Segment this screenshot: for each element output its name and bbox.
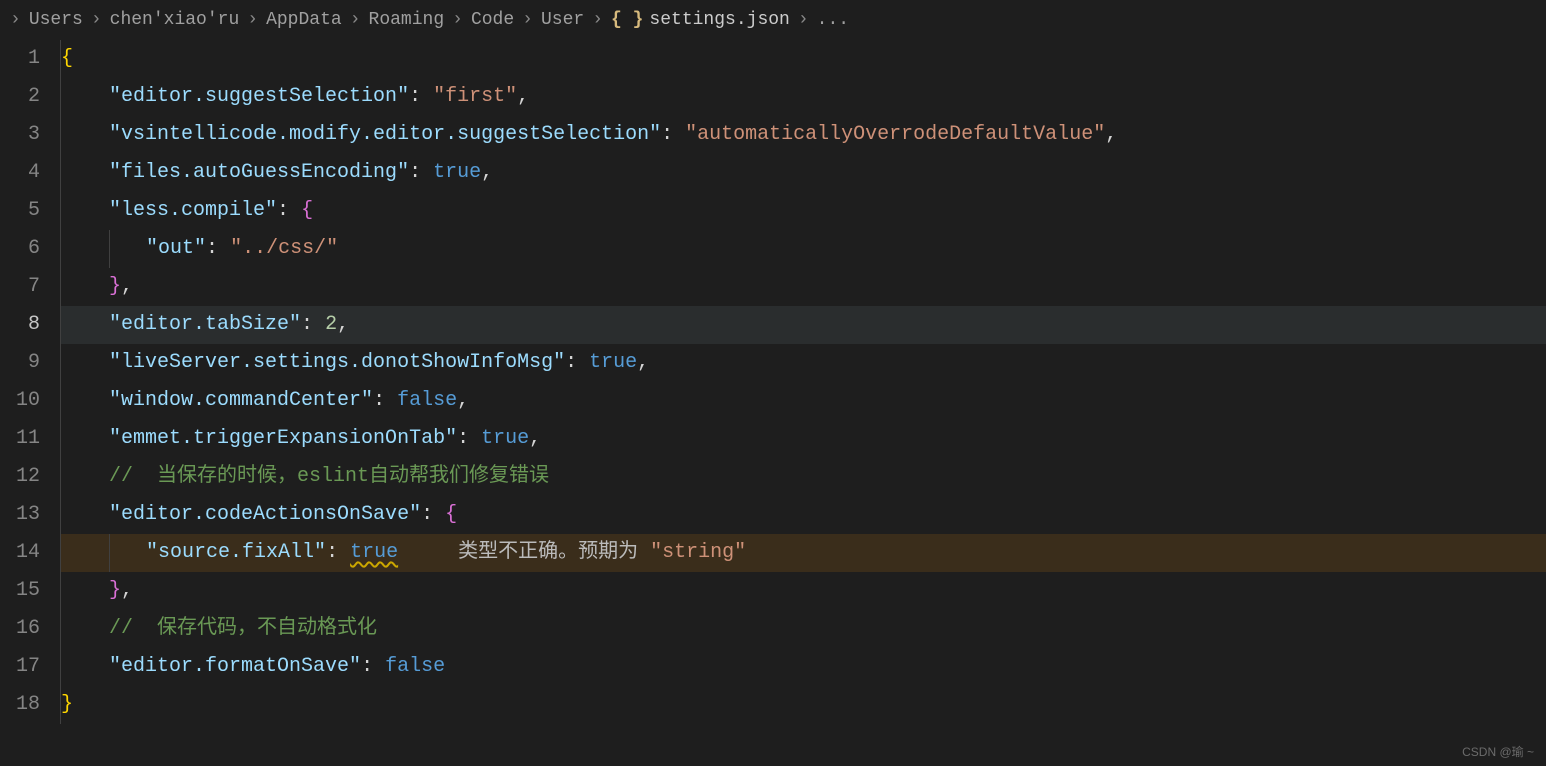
line-number: 2 xyxy=(0,78,40,116)
close-brace: } xyxy=(109,579,121,602)
json-bool-warning: true xyxy=(350,541,398,564)
line-number: 17 xyxy=(0,648,40,686)
chevron-right-icon: › xyxy=(586,10,609,30)
code-line[interactable]: // 保存代码，不自动格式化 xyxy=(60,610,1546,648)
open-brace: { xyxy=(301,199,313,222)
code-line[interactable]: // 当保存的时候，eslint自动帮我们修复错误 xyxy=(60,458,1546,496)
json-key: "liveServer.settings.donotShowInfoMsg" xyxy=(109,351,565,374)
code-line[interactable]: "editor.codeActionsOnSave": { xyxy=(60,496,1546,534)
line-number: 14 xyxy=(0,534,40,572)
code-line[interactable]: { xyxy=(60,40,1546,78)
json-bool: true xyxy=(481,427,529,450)
code-line[interactable]: }, xyxy=(60,268,1546,306)
chevron-right-icon: › xyxy=(4,10,27,30)
json-key: "editor.tabSize" xyxy=(109,313,301,336)
line-number-gutter: 1 2 3 4 5 6 7 8 9 10 11 12 13 14 15 16 1… xyxy=(0,40,60,766)
open-brace: { xyxy=(61,47,73,70)
line-number: 12 xyxy=(0,458,40,496)
breadcrumb-file[interactable]: settings.json xyxy=(649,10,789,30)
line-number: 4 xyxy=(0,154,40,192)
code-line[interactable]: "less.compile": { xyxy=(60,192,1546,230)
line-number: 5 xyxy=(0,192,40,230)
json-key: "emmet.triggerExpansionOnTab" xyxy=(109,427,457,450)
json-file-icon: { } xyxy=(611,10,647,30)
line-number: 1 xyxy=(0,40,40,78)
breadcrumb-item[interactable]: Roaming xyxy=(369,10,445,30)
chevron-right-icon: › xyxy=(344,10,367,30)
json-key: "less.compile" xyxy=(109,199,277,222)
breadcrumb-item[interactable]: Code xyxy=(471,10,514,30)
code-line[interactable]: "files.autoGuessEncoding": true, xyxy=(60,154,1546,192)
comment: // 当保存的时候，eslint自动帮我们修复错误 xyxy=(109,465,549,488)
line-number: 15 xyxy=(0,572,40,610)
json-bool: false xyxy=(397,389,457,412)
json-bool: true xyxy=(433,161,481,184)
line-number: 10 xyxy=(0,382,40,420)
json-key: "out" xyxy=(146,237,206,260)
json-key: "source.fixAll" xyxy=(146,541,326,564)
chevron-right-icon: › xyxy=(792,10,815,30)
open-brace: { xyxy=(445,503,457,526)
watermark: CSDN @瑜 ~ xyxy=(1462,743,1534,760)
code-editor[interactable]: 1 2 3 4 5 6 7 8 9 10 11 12 13 14 15 16 1… xyxy=(0,40,1546,766)
json-bool: false xyxy=(385,655,445,678)
chevron-right-icon: › xyxy=(85,10,108,30)
line-number: 9 xyxy=(0,344,40,382)
comment: // 保存代码，不自动格式化 xyxy=(109,617,377,640)
code-line[interactable]: }, xyxy=(60,572,1546,610)
chevron-right-icon: › xyxy=(241,10,264,30)
breadcrumb-item[interactable]: chen'xiao'ru xyxy=(110,10,240,30)
inlay-hint: 类型不正确。预期为 "string" xyxy=(398,541,746,564)
json-number: 2 xyxy=(325,313,337,336)
code-line[interactable]: } xyxy=(60,686,1546,724)
json-key: "editor.formatOnSave" xyxy=(109,655,361,678)
breadcrumb: › Users › chen'xiao'ru › AppData › Roami… xyxy=(0,0,1546,40)
line-number: 7 xyxy=(0,268,40,306)
json-string: "first" xyxy=(433,85,517,108)
chevron-right-icon: › xyxy=(516,10,539,30)
json-key: "window.commandCenter" xyxy=(109,389,373,412)
line-number: 3 xyxy=(0,116,40,154)
breadcrumb-item[interactable]: User xyxy=(541,10,584,30)
breadcrumb-item[interactable]: Users xyxy=(29,10,83,30)
line-number: 8 xyxy=(0,306,40,344)
code-line-active[interactable]: "editor.tabSize": 2, xyxy=(60,306,1546,344)
line-number: 11 xyxy=(0,420,40,458)
chevron-right-icon: › xyxy=(446,10,469,30)
json-key: "files.autoGuessEncoding" xyxy=(109,161,409,184)
json-key: "editor.codeActionsOnSave" xyxy=(109,503,421,526)
line-number: 13 xyxy=(0,496,40,534)
code-line[interactable]: "liveServer.settings.donotShowInfoMsg": … xyxy=(60,344,1546,382)
code-line[interactable]: "out": "../css/" xyxy=(60,230,1546,268)
close-brace: } xyxy=(61,693,73,716)
code-line[interactable]: "window.commandCenter": false, xyxy=(60,382,1546,420)
line-number: 6 xyxy=(0,230,40,268)
json-string: "../css/" xyxy=(230,237,338,260)
code-area[interactable]: { "editor.suggestSelection": "first", "v… xyxy=(60,40,1546,766)
code-line[interactable]: "editor.suggestSelection": "first", xyxy=(60,78,1546,116)
code-line-warning[interactable]: "source.fixAll": true 类型不正确。预期为 "string" xyxy=(60,534,1546,572)
json-key: "vsintellicode.modify.editor.suggestSele… xyxy=(109,123,661,146)
json-key: "editor.suggestSelection" xyxy=(109,85,409,108)
breadcrumb-symbol[interactable]: ... xyxy=(817,10,849,30)
code-line[interactable]: "emmet.triggerExpansionOnTab": true, xyxy=(60,420,1546,458)
line-number: 16 xyxy=(0,610,40,648)
json-string: "automaticallyOverrodeDefaultValue" xyxy=(685,123,1105,146)
line-number: 18 xyxy=(0,686,40,724)
breadcrumb-item[interactable]: AppData xyxy=(266,10,342,30)
close-brace: } xyxy=(109,275,121,298)
code-line[interactable]: "vsintellicode.modify.editor.suggestSele… xyxy=(60,116,1546,154)
code-line[interactable]: "editor.formatOnSave": false xyxy=(60,648,1546,686)
json-bool: true xyxy=(589,351,637,374)
